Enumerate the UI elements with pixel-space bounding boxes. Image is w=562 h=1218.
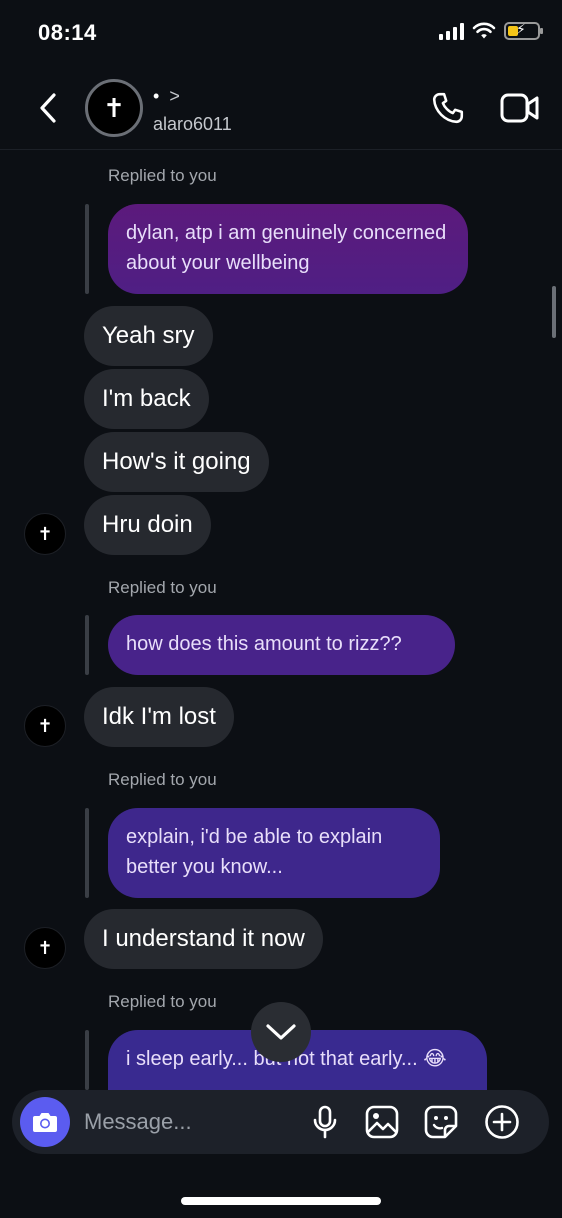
incoming-message[interactable]: I'm back xyxy=(84,369,209,429)
wifi-icon xyxy=(472,22,496,39)
battery-icon: ⚡ xyxy=(504,21,543,40)
reply-indicator xyxy=(85,1030,89,1090)
camera-icon xyxy=(33,1113,57,1132)
name-dot: • xyxy=(153,86,160,106)
home-indicator[interactable] xyxy=(181,1197,381,1205)
sticker-icon xyxy=(424,1105,458,1139)
outgoing-message[interactable]: dylan, atp i am genuinely concerned abou… xyxy=(108,204,468,294)
plus-icon xyxy=(485,1105,519,1139)
replied-label: Replied to you xyxy=(108,578,217,597)
status-icons: ⚡ xyxy=(439,21,543,40)
more-options-button[interactable] xyxy=(484,1104,520,1140)
sender-avatar[interactable]: ✝ xyxy=(24,927,66,969)
voice-message-button[interactable] xyxy=(307,1104,343,1140)
reply-indicator xyxy=(85,808,89,898)
sender-avatar[interactable]: ✝ xyxy=(24,513,66,555)
incoming-message[interactable]: Yeah sry xyxy=(84,306,213,366)
sticker-button[interactable] xyxy=(423,1104,459,1140)
voice-call-button[interactable] xyxy=(428,88,468,128)
outgoing-message[interactable]: explain, i'd be able to explain better y… xyxy=(108,808,440,898)
gallery-button[interactable] xyxy=(364,1104,400,1140)
gallery-icon xyxy=(365,1105,399,1139)
reply-indicator xyxy=(85,615,89,675)
incoming-message[interactable]: I understand it now xyxy=(84,909,323,969)
incoming-message[interactable]: Hru doin xyxy=(84,495,211,555)
video-call-button[interactable] xyxy=(498,88,542,128)
video-icon xyxy=(500,93,539,123)
incoming-message[interactable]: How's it going xyxy=(84,432,269,492)
chevron-right-icon: > xyxy=(169,86,180,106)
sender-avatar[interactable]: ✝ xyxy=(24,705,66,747)
cross-icon: ✝ xyxy=(103,92,125,123)
chat-header: ✝ • > alaro6011 xyxy=(0,66,562,150)
status-bar: 08:14 ⚡ xyxy=(0,0,562,66)
back-button[interactable] xyxy=(30,88,66,128)
outgoing-message[interactable]: how does this amount to rizz?? xyxy=(108,615,455,675)
back-icon xyxy=(40,93,56,123)
replied-label: Replied to you xyxy=(108,992,217,1011)
chevron-down-icon xyxy=(266,1024,296,1040)
scroll-to-bottom-button[interactable] xyxy=(251,1002,311,1062)
contact-name[interactable]: • > xyxy=(153,86,180,107)
message-composer xyxy=(12,1090,549,1154)
status-time: 08:14 xyxy=(38,20,97,45)
contact-avatar[interactable]: ✝ xyxy=(85,79,143,137)
camera-button[interactable] xyxy=(20,1097,70,1147)
mic-icon xyxy=(313,1105,337,1139)
message-input[interactable] xyxy=(84,1104,304,1140)
replied-label: Replied to you xyxy=(108,770,217,789)
signal-icon xyxy=(439,22,464,40)
phone-icon xyxy=(432,92,464,124)
replied-label: Replied to you xyxy=(108,166,217,185)
contact-username[interactable]: alaro6011 xyxy=(153,114,232,135)
scrollbar[interactable] xyxy=(552,286,556,338)
incoming-message[interactable]: Idk I'm lost xyxy=(84,687,234,747)
reply-indicator xyxy=(85,204,89,294)
